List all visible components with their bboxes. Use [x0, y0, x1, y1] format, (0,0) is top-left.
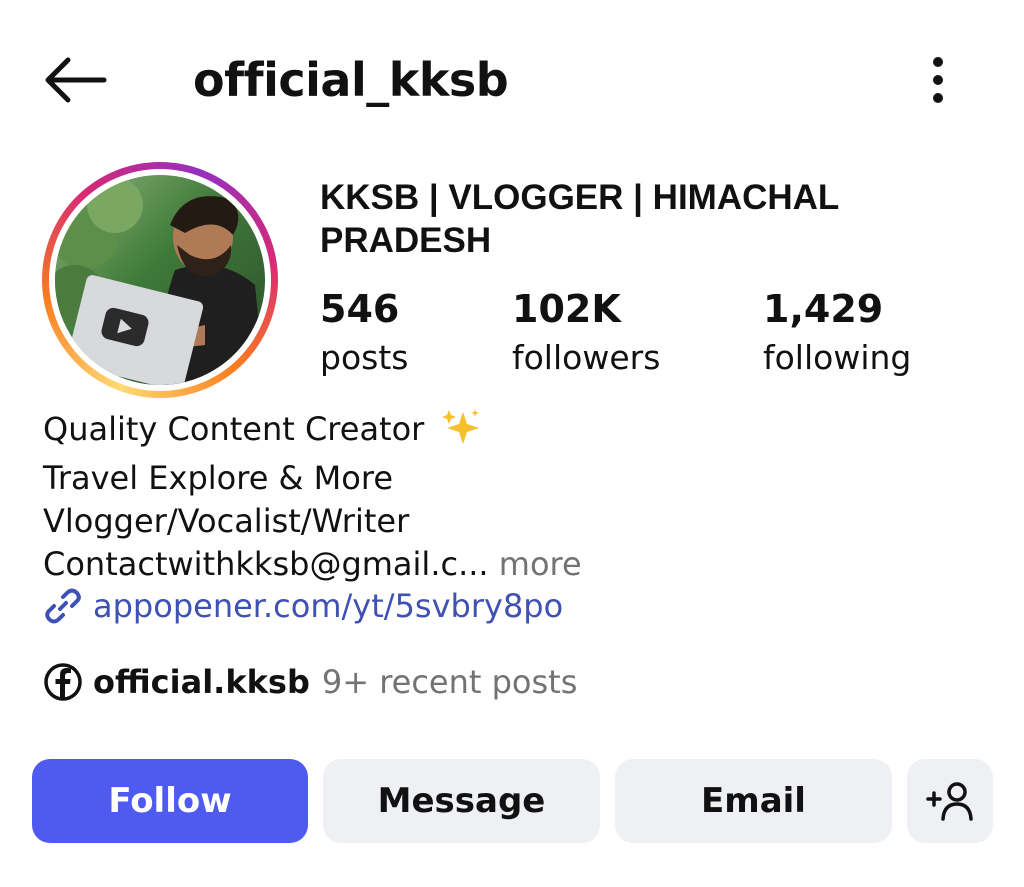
- profile-display-name: KKSB | VLOGGER | HIMACHAL PRADESH: [320, 178, 839, 260]
- facebook-name: official.kksb: [93, 663, 310, 701]
- bio-text: Contactwithkksb@gmail.c...: [43, 545, 489, 583]
- suggest-users-button[interactable]: [907, 759, 993, 843]
- story-ring[interactable]: [42, 162, 278, 398]
- stat-value: 546: [320, 287, 400, 331]
- bio-line: Vlogger/Vocalist/Writer: [43, 502, 410, 540]
- message-button[interactable]: Message: [323, 759, 600, 843]
- stat-value: 1,429: [763, 287, 884, 331]
- stat-label: followers: [512, 338, 661, 377]
- link-text: appopener.com/yt/5svbry8po: [93, 587, 564, 625]
- profile-bio: Quality Content Creator Travel Explore &…: [43, 408, 582, 586]
- back-button[interactable]: [40, 52, 110, 108]
- page-title: official_kksb: [193, 53, 509, 107]
- bio-line: Contactwithkksb@gmail.c... more: [43, 543, 582, 586]
- facebook-profile-link[interactable]: official.kksb 9+ recent posts: [43, 660, 577, 704]
- avatar: [55, 175, 265, 385]
- profile-link[interactable]: appopener.com/yt/5svbry8po: [43, 584, 563, 628]
- stat-label: posts: [320, 338, 409, 377]
- avatar-frame: [49, 169, 271, 391]
- email-button[interactable]: Email: [615, 759, 892, 843]
- follow-button[interactable]: Follow: [32, 759, 308, 843]
- facebook-recent-posts: 9+ recent posts: [321, 663, 578, 701]
- vertical-dots-icon: [933, 57, 943, 103]
- stat-posts[interactable]: 546 posts: [320, 284, 408, 382]
- add-person-icon: [926, 782, 973, 821]
- stat-label: following: [763, 338, 912, 377]
- sparkle-icon: [441, 408, 481, 457]
- bio-line: Quality Content Creator: [43, 408, 582, 457]
- link-icon: [45, 588, 81, 624]
- arrow-left-icon: [45, 57, 107, 103]
- bio-text: Quality Content Creator: [43, 410, 425, 448]
- bio-line: Travel Explore & More: [43, 459, 393, 497]
- stat-followers[interactable]: 102K followers: [512, 284, 660, 382]
- stat-value: 102K: [512, 287, 621, 331]
- stat-following[interactable]: 1,429 following: [763, 284, 911, 382]
- bio-more-link[interactable]: more: [499, 545, 582, 583]
- facebook-icon: [44, 663, 82, 701]
- more-options-button[interactable]: [916, 52, 960, 108]
